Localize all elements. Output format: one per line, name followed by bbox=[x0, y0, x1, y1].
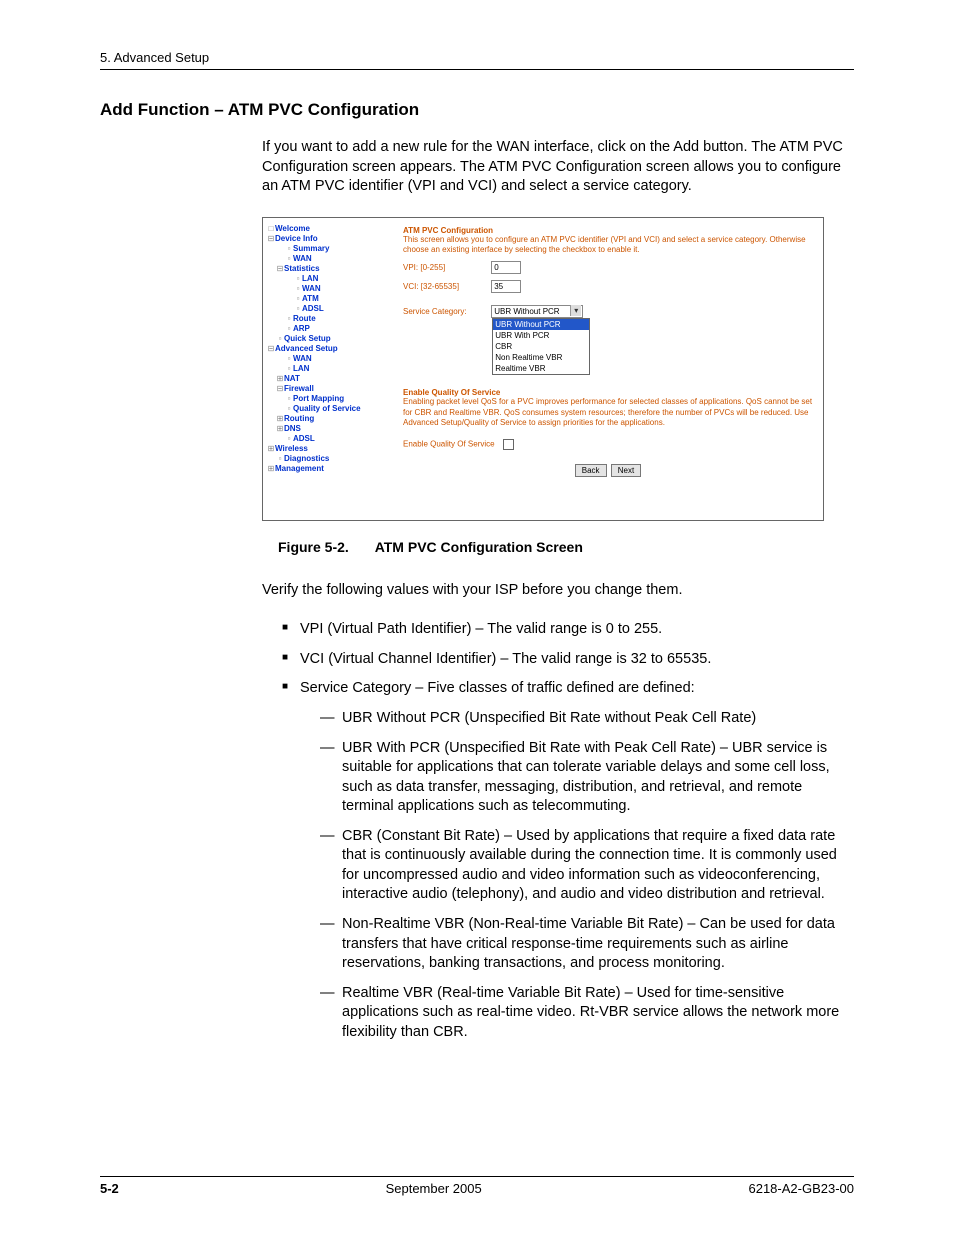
opt-realtime-vbr[interactable]: Realtime VBR bbox=[493, 363, 589, 374]
vci-input[interactable]: 35 bbox=[491, 280, 521, 293]
nav-tree: □Welcome ⊟Device Info ▫Summary ▫WAN ⊟Sta… bbox=[263, 218, 399, 520]
tree-wan3[interactable]: WAN bbox=[293, 354, 312, 363]
sub-nrt-vbr: Non-Realtime VBR (Non-Real-time Variable… bbox=[320, 915, 854, 974]
tree-qos[interactable]: Quality of Service bbox=[293, 404, 361, 413]
tree-quick-setup[interactable]: Quick Setup bbox=[284, 334, 331, 343]
tree-advanced-setup[interactable]: Advanced Setup bbox=[275, 344, 338, 353]
service-category-label: Service Category: bbox=[403, 307, 489, 316]
back-button[interactable]: Back bbox=[575, 464, 607, 477]
minus-icon[interactable]: ⊟ bbox=[276, 384, 284, 394]
header-rule bbox=[100, 69, 854, 70]
tree-route[interactable]: Route bbox=[293, 314, 316, 323]
tree-summary[interactable]: Summary bbox=[293, 244, 329, 253]
plus-icon[interactable]: ⊞ bbox=[267, 464, 275, 474]
verify-paragraph: Verify the following values with your IS… bbox=[262, 581, 854, 601]
chapter-header: 5. Advanced Setup bbox=[100, 50, 854, 65]
tree-lan2[interactable]: LAN bbox=[293, 364, 309, 373]
tree-arp[interactable]: ARP bbox=[293, 324, 310, 333]
atm-pvc-screenshot: □Welcome ⊟Device Info ▫Summary ▫WAN ⊟Sta… bbox=[262, 217, 824, 521]
bullet-list: VPI (Virtual Path Identifier) – The vali… bbox=[262, 620, 854, 1042]
opt-non-realtime-vbr[interactable]: Non Realtime VBR bbox=[493, 352, 589, 363]
page-icon: ▫ bbox=[276, 334, 284, 344]
plus-icon[interactable]: ⊞ bbox=[276, 424, 284, 434]
opt-ubr-with-pcr[interactable]: UBR With PCR bbox=[493, 330, 589, 341]
page-footer: 5-2 September 2005 6218-A2-GB23-00 bbox=[100, 1176, 854, 1196]
tree-routing[interactable]: Routing bbox=[284, 414, 314, 423]
intro-paragraph: If you want to add a new rule for the WA… bbox=[262, 138, 854, 197]
tree-lan1[interactable]: LAN bbox=[302, 274, 318, 283]
tree-nat[interactable]: NAT bbox=[284, 374, 300, 383]
tree-statistics[interactable]: Statistics bbox=[284, 264, 320, 273]
tree-diagnostics[interactable]: Diagnostics bbox=[284, 454, 329, 463]
page-icon: ▫ bbox=[285, 244, 293, 254]
page-icon: ▫ bbox=[285, 354, 293, 364]
plus-icon[interactable]: ⊞ bbox=[276, 374, 284, 384]
page-icon: ▫ bbox=[294, 284, 302, 294]
section-title: Add Function – ATM PVC Configuration bbox=[100, 100, 854, 120]
tree-wan2[interactable]: WAN bbox=[302, 284, 321, 293]
plus-icon[interactable]: ⊞ bbox=[276, 414, 284, 424]
vpi-label: VPI: [0-255] bbox=[403, 263, 489, 272]
page-number: 5-2 bbox=[100, 1181, 119, 1196]
tree-adsl2[interactable]: ADSL bbox=[293, 434, 315, 443]
page-icon: ▫ bbox=[294, 304, 302, 314]
tree-wireless[interactable]: Wireless bbox=[275, 444, 308, 453]
tree-adsl1[interactable]: ADSL bbox=[302, 304, 324, 313]
bullet-vpi: VPI (Virtual Path Identifier) – The vali… bbox=[282, 620, 854, 640]
page-icon: ▫ bbox=[294, 274, 302, 284]
config-content: ATM PVC Configuration This screen allows… bbox=[399, 218, 823, 520]
opt-ubr-without-pcr[interactable]: UBR Without PCR bbox=[493, 319, 589, 330]
figure-caption: Figure 5-2. ATM PVC Configuration Screen bbox=[278, 539, 854, 555]
page-icon: ▫ bbox=[285, 394, 293, 404]
vci-label: VCI: [32-65535] bbox=[403, 282, 489, 291]
page-icon: ▫ bbox=[285, 324, 293, 334]
tree-firewall[interactable]: Firewall bbox=[284, 384, 314, 393]
page-icon: ▫ bbox=[285, 364, 293, 374]
page-icon: ▫ bbox=[285, 434, 293, 444]
sub-ubr-without-pcr: UBR Without PCR (Unspecified Bit Rate wi… bbox=[320, 709, 854, 729]
page-icon: ▫ bbox=[276, 454, 284, 464]
qos-header: Enable Quality Of Service bbox=[403, 388, 813, 397]
page-icon: ▫ bbox=[285, 404, 293, 414]
qos-checkbox-label: Enable Quality Of Service bbox=[403, 439, 495, 448]
sub-bullet-list: UBR Without PCR (Unspecified Bit Rate wi… bbox=[300, 709, 854, 1042]
next-button[interactable]: Next bbox=[611, 464, 641, 477]
tree-atm[interactable]: ATM bbox=[302, 294, 319, 303]
sub-rt-vbr: Realtime VBR (Real-time Variable Bit Rat… bbox=[320, 984, 854, 1043]
service-category-value: UBR Without PCR bbox=[494, 307, 559, 316]
vpi-input[interactable]: 0 bbox=[491, 261, 521, 274]
service-category-select[interactable]: UBR Without PCR UBR Without PCR UBR With… bbox=[491, 305, 583, 318]
page-icon: ▫ bbox=[294, 294, 302, 304]
footer-date: September 2005 bbox=[386, 1181, 482, 1196]
bullet-service-category-text: Service Category – Five classes of traff… bbox=[300, 680, 695, 696]
doc-number: 6218-A2-GB23-00 bbox=[748, 1181, 854, 1196]
sub-cbr: CBR (Constant Bit Rate) – Used by applic… bbox=[320, 827, 854, 905]
welcome-icon: □ bbox=[267, 224, 275, 234]
tree-wan1[interactable]: WAN bbox=[293, 254, 312, 263]
plus-icon[interactable]: ⊞ bbox=[267, 444, 275, 454]
content-desc: This screen allows you to configure an A… bbox=[403, 235, 813, 256]
qos-desc: Enabling packet level QoS for a PVC impr… bbox=[403, 397, 813, 428]
opt-cbr[interactable]: CBR bbox=[493, 341, 589, 352]
qos-checkbox[interactable] bbox=[503, 439, 514, 450]
figure-number: Figure 5-2. bbox=[278, 539, 349, 555]
minus-icon[interactable]: ⊟ bbox=[267, 344, 275, 354]
minus-icon[interactable]: ⊟ bbox=[267, 234, 275, 244]
tree-port-mapping[interactable]: Port Mapping bbox=[293, 394, 344, 403]
page-icon: ▫ bbox=[285, 314, 293, 324]
figure-title: ATM PVC Configuration Screen bbox=[375, 539, 583, 555]
service-category-options[interactable]: UBR Without PCR UBR With PCR CBR Non Rea… bbox=[492, 318, 590, 375]
bullet-vci: VCI (Virtual Channel Identifier) – The v… bbox=[282, 650, 854, 670]
tree-device-info[interactable]: Device Info bbox=[275, 234, 318, 243]
minus-icon[interactable]: ⊟ bbox=[276, 264, 284, 274]
bullet-service-category: Service Category – Five classes of traff… bbox=[282, 679, 854, 1042]
tree-welcome[interactable]: Welcome bbox=[275, 224, 310, 233]
tree-management[interactable]: Management bbox=[275, 464, 324, 473]
sub-ubr-with-pcr: UBR With PCR (Unspecified Bit Rate with … bbox=[320, 739, 854, 817]
tree-dns[interactable]: DNS bbox=[284, 424, 301, 433]
page-icon: ▫ bbox=[285, 254, 293, 264]
content-title: ATM PVC Configuration bbox=[403, 226, 813, 235]
